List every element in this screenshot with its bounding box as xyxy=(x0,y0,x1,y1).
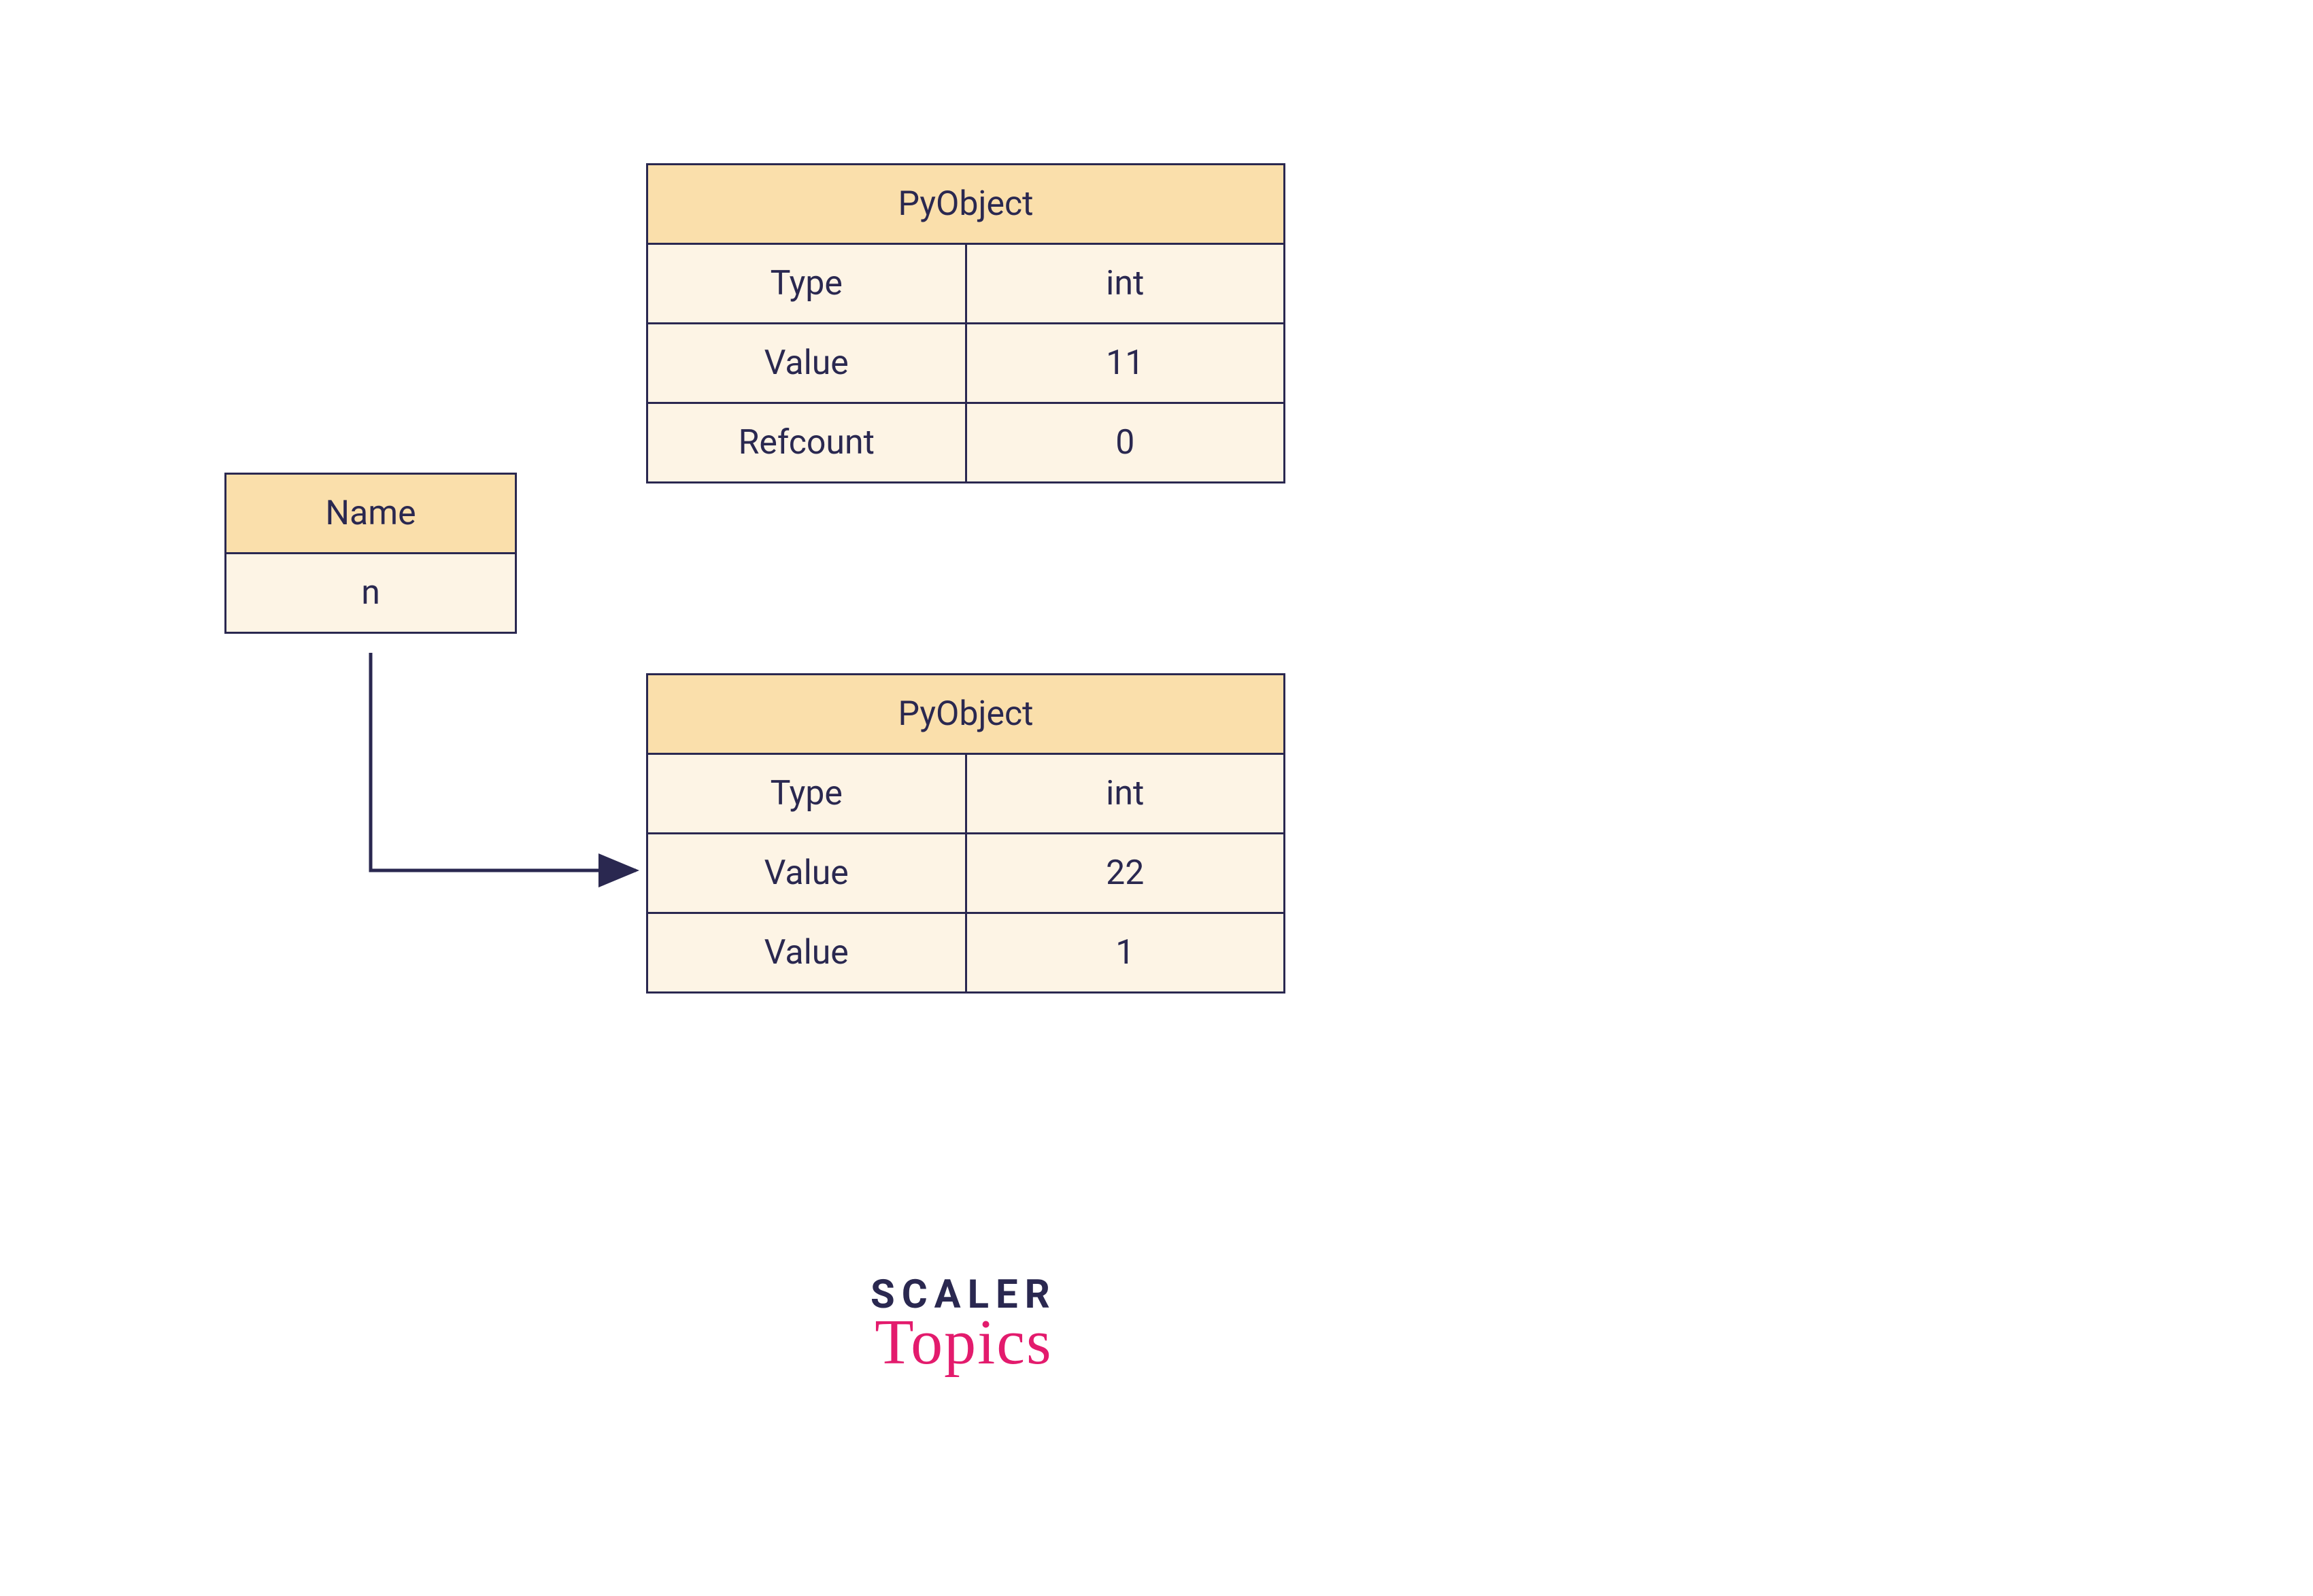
pyobject-2-row1-label: Value xyxy=(648,834,967,912)
scaler-topics-logo: SCALER Topics xyxy=(871,1272,1057,1379)
pyobject-2-row0-label: Type xyxy=(648,755,967,832)
table-row: Type int xyxy=(648,245,1283,324)
pyobject-2-row0-value: int xyxy=(967,755,1284,832)
pyobject-1-row2-label: Refcount xyxy=(648,404,967,481)
logo-line2: Topics xyxy=(871,1306,1057,1379)
pyobject-1-row0-value: int xyxy=(967,245,1284,322)
pyobject-box-1: PyObject Type int Value 11 Refcount 0 xyxy=(646,163,1285,483)
table-row: Value 22 xyxy=(648,834,1283,914)
pyobject-2-row2-label: Value xyxy=(648,914,967,991)
name-box-value: n xyxy=(226,554,515,632)
pyobject-2-row2-value: 1 xyxy=(967,914,1284,991)
name-box: Name n xyxy=(224,473,517,634)
table-row: Value 1 xyxy=(648,914,1283,991)
pyobject-1-row0-label: Type xyxy=(648,245,967,322)
name-box-row: n xyxy=(226,554,515,632)
diagram-canvas: Name n PyObject Type int Value 11 Refcou… xyxy=(0,0,2313,1596)
arrow-icon xyxy=(360,653,653,898)
table-row: Type int xyxy=(648,755,1283,834)
pyobject-1-row1-label: Value xyxy=(648,324,967,402)
pyobject-2-row1-value: 22 xyxy=(967,834,1284,912)
pyobject-2-header: PyObject xyxy=(648,675,1283,755)
table-row: Refcount 0 xyxy=(648,404,1283,481)
pyobject-1-header: PyObject xyxy=(648,165,1283,245)
table-row: Value 11 xyxy=(648,324,1283,404)
pyobject-box-2: PyObject Type int Value 22 Value 1 xyxy=(646,673,1285,994)
name-box-header: Name xyxy=(226,475,515,554)
pyobject-1-row1-value: 11 xyxy=(967,324,1284,402)
pyobject-1-row2-value: 0 xyxy=(967,404,1284,481)
